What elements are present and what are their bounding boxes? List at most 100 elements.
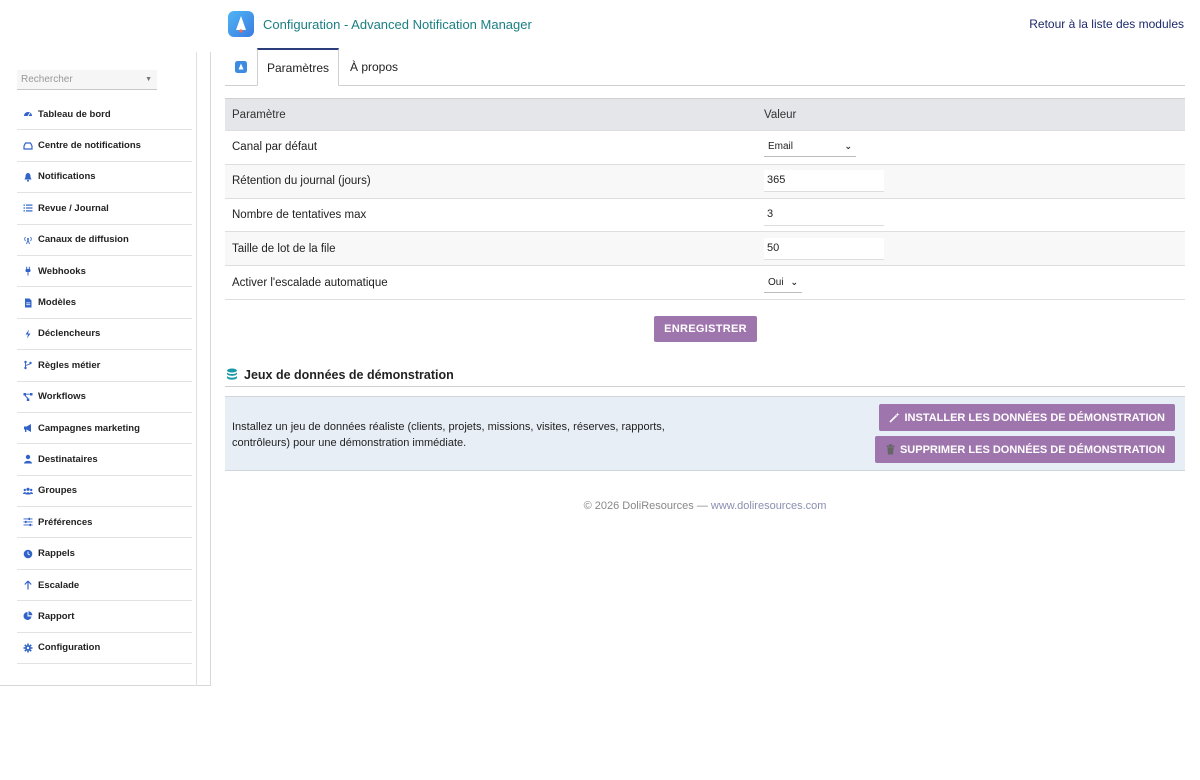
sidebar-item-escalation[interactable]: Escalade bbox=[17, 570, 192, 602]
user-icon bbox=[19, 454, 36, 464]
sidebar-item-recipients[interactable]: Destinataires bbox=[17, 444, 192, 476]
sidebar-item-business-rules[interactable]: Règles métier bbox=[17, 350, 192, 382]
auto-escalation-select[interactable]: Oui ⌄ bbox=[764, 272, 802, 293]
dashboard-icon bbox=[19, 109, 36, 119]
sidebar-item-label: Préférences bbox=[38, 516, 93, 528]
branch-icon bbox=[19, 360, 36, 370]
workflow-icon bbox=[19, 392, 36, 402]
inbox-icon bbox=[19, 141, 36, 151]
broadcast-icon bbox=[19, 235, 36, 245]
database-icon bbox=[227, 368, 237, 380]
param-label: Taille de lot de la file bbox=[225, 231, 757, 266]
demo-section-title: Jeux de données de démonstration bbox=[244, 367, 454, 382]
bolt-icon bbox=[19, 329, 36, 339]
default-channel-select[interactable]: Email ⌄ bbox=[764, 137, 856, 158]
caret-down-icon: ▼ bbox=[145, 76, 152, 83]
select-value: Oui bbox=[768, 276, 784, 288]
search-placeholder: Rechercher bbox=[21, 74, 73, 85]
users-icon bbox=[19, 486, 36, 496]
tab-module-icon[interactable] bbox=[225, 48, 257, 86]
delete-demo-label: SUPPRIMER LES DONNÉES DE DÉMONSTRATION bbox=[899, 443, 1165, 456]
sidebar-item-dashboard[interactable]: Tableau de bord bbox=[17, 99, 192, 131]
max-retries-input[interactable]: 3 bbox=[764, 203, 884, 226]
list-icon bbox=[19, 203, 36, 213]
table-header-row: Paramètre Valeur bbox=[225, 98, 1185, 131]
chevron-down-icon: ⌄ bbox=[844, 141, 852, 152]
sidebar-item-preferences[interactable]: Préférences bbox=[17, 507, 192, 539]
sidebar-item-label: Revue / Journal bbox=[38, 202, 109, 214]
tab-parameters[interactable]: Paramètres bbox=[257, 48, 339, 86]
sidebar-menu: Tableau de bord Centre de notifications … bbox=[17, 99, 192, 665]
sliders-icon bbox=[19, 517, 36, 527]
sidebar-item-label: Règles métier bbox=[38, 359, 101, 371]
sidebar-item-label: Escalade bbox=[38, 579, 80, 591]
parameters-table: Paramètre Valeur Canal par défaut Email … bbox=[225, 98, 1185, 300]
demo-section-header: Jeux de données de démonstration bbox=[225, 363, 1185, 387]
table-row: Canal par défaut Email ⌄ bbox=[225, 130, 1185, 165]
table-row: Rétention du journal (jours) 365 bbox=[225, 163, 1185, 199]
sidebar-item-label: Notifications bbox=[38, 171, 96, 183]
file-icon bbox=[19, 298, 36, 308]
sidebar-item-notification-center[interactable]: Centre de notifications bbox=[17, 130, 192, 162]
sidebar-item-channels[interactable]: Canaux de diffusion bbox=[17, 225, 192, 256]
install-demo-label: INSTALLER LES DONNÉES DE DÉMONSTRATION bbox=[904, 411, 1165, 424]
sidebar-item-reminders[interactable]: Rappels bbox=[17, 538, 192, 570]
column-header-parameter: Paramètre bbox=[225, 98, 757, 131]
table-row: Activer l'escalade automatique Oui ⌄ bbox=[225, 265, 1185, 300]
sidebar-item-label: Modèles bbox=[38, 297, 77, 309]
app-logo bbox=[228, 11, 254, 37]
sidebar-item-label: Rappels bbox=[38, 548, 75, 560]
sidebar-item-report[interactable]: Rapport bbox=[17, 601, 192, 633]
sidebar-item-review-journal[interactable]: Revue / Journal bbox=[17, 193, 192, 225]
save-button[interactable]: ENREGISTRER bbox=[654, 316, 757, 342]
sidebar-item-configuration[interactable]: Configuration bbox=[17, 633, 192, 665]
gear-icon bbox=[19, 643, 36, 653]
clock-icon bbox=[19, 549, 36, 559]
queue-batch-size-input[interactable]: 50 bbox=[764, 237, 884, 260]
arrow-up-icon bbox=[19, 580, 36, 590]
tab-about[interactable]: À propos bbox=[343, 48, 405, 86]
param-label: Activer l'escalade automatique bbox=[225, 265, 757, 300]
install-demo-data-button[interactable]: INSTALLER LES DONNÉES DE DÉMONSTRATION bbox=[879, 404, 1175, 431]
chevron-down-icon: ⌄ bbox=[790, 276, 798, 287]
sidebar-item-workflows[interactable]: Workflows bbox=[17, 382, 192, 413]
megaphone-icon bbox=[19, 423, 36, 433]
trash-icon bbox=[886, 444, 895, 455]
table-row: Taille de lot de la file 50 bbox=[225, 231, 1185, 266]
tab-bar: Paramètres À propos bbox=[225, 48, 1185, 86]
sidebar-item-groups[interactable]: Groupes bbox=[17, 476, 192, 508]
page-title: Configuration - Advanced Notification Ma… bbox=[263, 17, 532, 32]
demo-panel: Installez un jeu de données réaliste (cl… bbox=[225, 396, 1185, 471]
sidebar-item-label: Canaux de diffusion bbox=[38, 234, 129, 246]
select-value: Email bbox=[768, 141, 794, 153]
table-row: Nombre de tentatives max 3 bbox=[225, 197, 1185, 232]
plug-icon bbox=[19, 266, 36, 276]
log-retention-input[interactable]: 365 bbox=[764, 170, 884, 193]
param-label: Canal par défaut bbox=[225, 130, 757, 165]
sidebar-item-label: Campagnes marketing bbox=[38, 422, 140, 434]
sidebar-search-select[interactable]: Rechercher ▼ bbox=[17, 70, 157, 90]
sidebar-item-notifications[interactable]: Notifications bbox=[17, 162, 192, 194]
param-label: Nombre de tentatives max bbox=[225, 197, 757, 232]
footer-copyright: © 2026 DoliResources — bbox=[583, 500, 711, 512]
sidebar-item-marketing[interactable]: Campagnes marketing bbox=[17, 413, 192, 445]
footer-website-link[interactable]: www.doliresources.com bbox=[711, 500, 827, 512]
delete-demo-data-button[interactable]: SUPPRIMER LES DONNÉES DE DÉMONSTRATION bbox=[874, 436, 1175, 463]
sidebar-item-label: Rapport bbox=[38, 610, 75, 622]
param-label: Rétention du journal (jours) bbox=[225, 163, 757, 199]
bell-logo-icon bbox=[236, 16, 246, 33]
sidebar-item-webhooks[interactable]: Webhooks bbox=[17, 256, 192, 288]
sidebar-item-triggers[interactable]: Déclencheurs bbox=[17, 319, 192, 351]
pie-chart-icon bbox=[19, 611, 36, 621]
back-to-modules-link[interactable]: Retour à la liste des modules bbox=[1029, 17, 1184, 31]
sidebar-item-label: Destinataires bbox=[38, 453, 98, 465]
sidebar-item-label: Workflows bbox=[38, 391, 86, 403]
magic-wand-icon bbox=[889, 412, 900, 423]
sidebar-item-label: Centre de notifications bbox=[38, 140, 141, 152]
sidebar-item-label: Groupes bbox=[38, 485, 78, 497]
sidebar-item-templates[interactable]: Modèles bbox=[17, 287, 192, 319]
sidebar-item-label: Tableau de bord bbox=[38, 108, 111, 120]
sidebar-item-label: Webhooks bbox=[38, 265, 86, 277]
module-bell-icon bbox=[235, 61, 247, 73]
column-header-value: Valeur bbox=[757, 98, 1185, 131]
